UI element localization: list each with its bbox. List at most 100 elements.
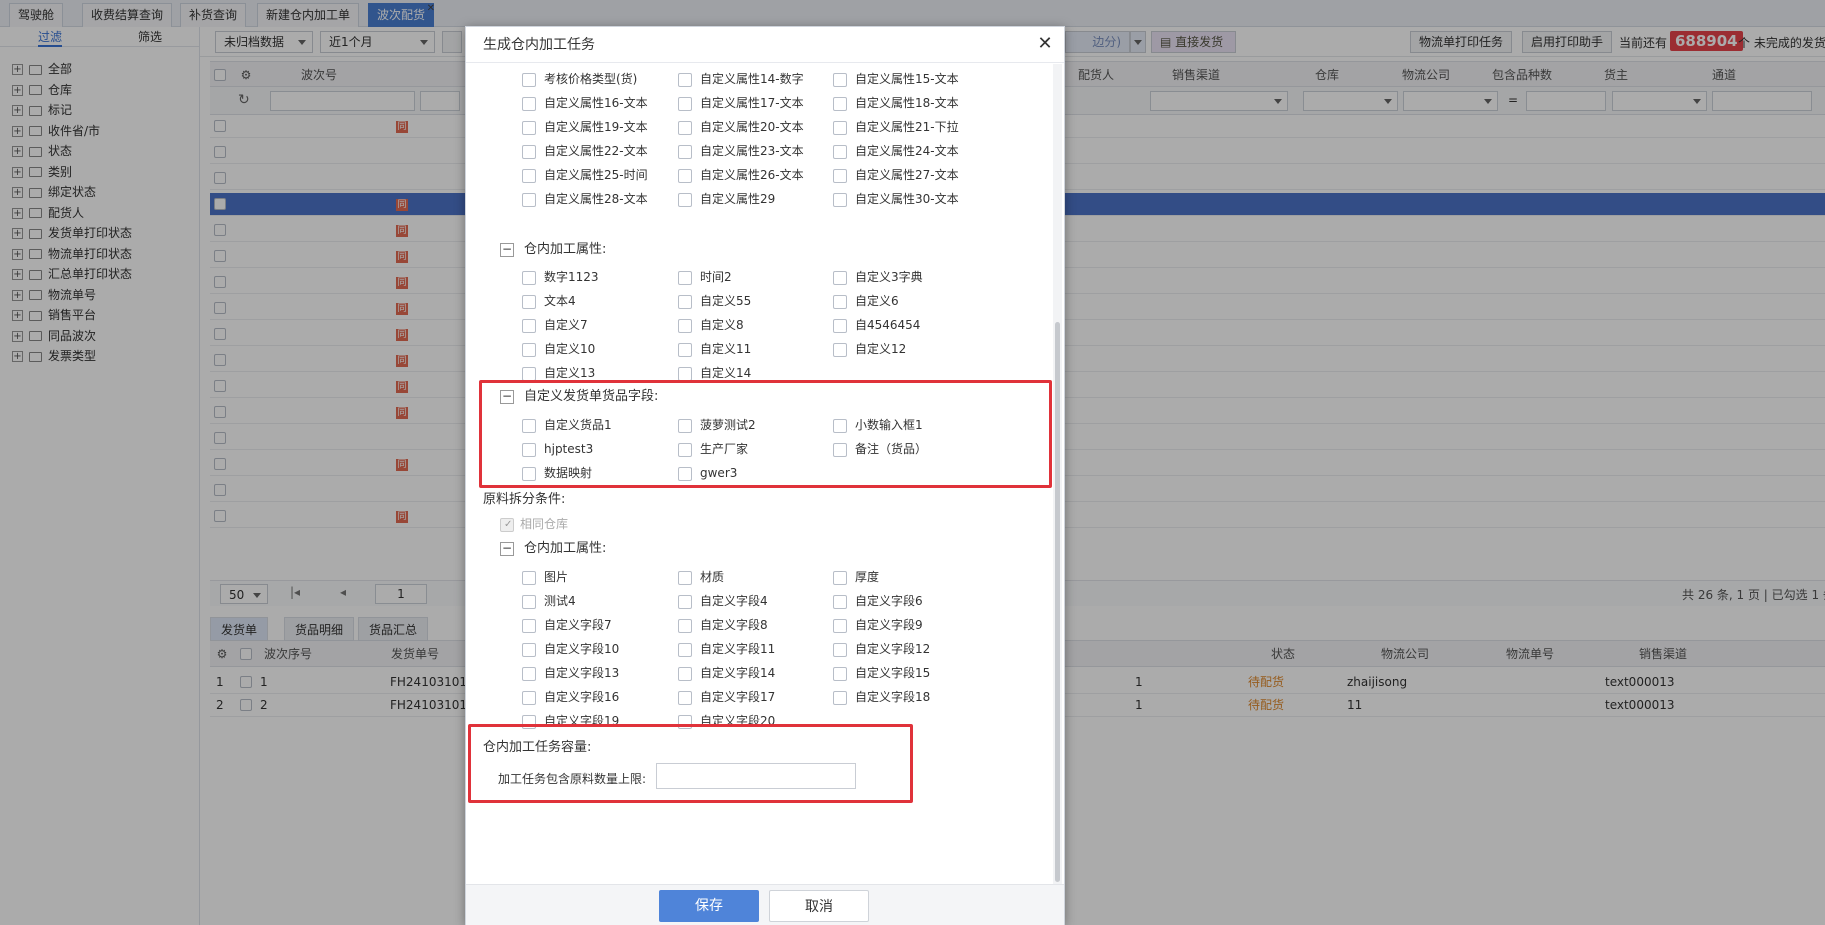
option-checkbox[interactable]: 自定义属性22-文本 (522, 141, 648, 161)
checkbox[interactable] (522, 294, 536, 309)
option-checkbox[interactable]: 数字1123 (522, 267, 599, 287)
option-checkbox[interactable]: 文本4 (522, 291, 576, 311)
checkbox[interactable] (522, 270, 536, 285)
checkbox[interactable] (678, 168, 692, 183)
checkbox[interactable] (678, 318, 692, 333)
checkbox[interactable] (833, 96, 847, 111)
option-checkbox[interactable]: 自4546454 (833, 315, 920, 335)
option-checkbox[interactable]: 自定义字段16 (522, 687, 619, 707)
checkbox[interactable] (833, 270, 847, 285)
option-checkbox[interactable]: 图片 (522, 567, 568, 587)
option-checkbox[interactable]: 考核价格类型(货) (522, 69, 637, 89)
checkbox[interactable] (522, 690, 536, 705)
checkbox[interactable] (678, 192, 692, 207)
checkbox[interactable] (522, 594, 536, 609)
option-checkbox[interactable]: 厚度 (833, 567, 879, 587)
checkbox[interactable] (678, 594, 692, 609)
option-checkbox[interactable]: 自定义属性24-文本 (833, 141, 959, 161)
checkbox[interactable] (522, 666, 536, 681)
option-checkbox[interactable]: 自定义字段14 (678, 663, 775, 683)
option-checkbox[interactable]: 测试4 (522, 591, 576, 611)
checkbox[interactable] (522, 318, 536, 333)
collapse-icon[interactable]: − (500, 541, 514, 556)
checkbox[interactable] (833, 120, 847, 135)
checkbox[interactable] (522, 96, 536, 111)
checkbox[interactable] (522, 366, 536, 381)
checkbox[interactable] (678, 120, 692, 135)
dialog-scroll-thumb[interactable] (1055, 322, 1060, 882)
option-checkbox[interactable]: 自定义属性17-文本 (678, 93, 804, 113)
option-checkbox[interactable]: 自定义8 (678, 315, 744, 335)
checkbox[interactable] (522, 570, 536, 585)
option-checkbox[interactable]: 自定义10 (522, 339, 595, 359)
checkbox[interactable] (522, 342, 536, 357)
checkbox[interactable] (522, 144, 536, 159)
checkbox[interactable] (522, 618, 536, 633)
checkbox[interactable] (522, 168, 536, 183)
option-checkbox[interactable]: 自定义字段12 (833, 639, 930, 659)
collapse-icon[interactable]: − (500, 242, 514, 257)
option-checkbox[interactable]: 自定义属性19-文本 (522, 117, 648, 137)
checkbox[interactable] (522, 120, 536, 135)
section-process-fields[interactable]: − 仓内加工属性: (500, 539, 606, 559)
option-checkbox[interactable]: 自定义字段4 (678, 591, 768, 611)
checkbox[interactable] (833, 192, 847, 207)
checkbox[interactable] (833, 168, 847, 183)
option-checkbox[interactable]: 自定义属性21-下拉 (833, 117, 959, 137)
option-checkbox[interactable]: 自定义属性20-文本 (678, 117, 804, 137)
checkbox[interactable] (678, 270, 692, 285)
checkbox[interactable] (678, 690, 692, 705)
checkbox[interactable] (833, 72, 847, 87)
option-checkbox[interactable]: 自定义属性14-数字 (678, 69, 804, 89)
checkbox[interactable] (833, 342, 847, 357)
checkbox[interactable] (833, 144, 847, 159)
option-checkbox[interactable]: 自定义字段17 (678, 687, 775, 707)
option-checkbox[interactable]: 自定义字段11 (678, 639, 775, 659)
option-checkbox[interactable]: 自定义12 (833, 339, 906, 359)
option-checkbox[interactable]: 自定义字段10 (522, 639, 619, 659)
close-icon[interactable]: ✕ (1036, 35, 1054, 53)
option-checkbox[interactable]: 自定义6 (833, 291, 899, 311)
option-checkbox[interactable]: 自定义属性30-文本 (833, 189, 959, 209)
checkbox[interactable] (678, 570, 692, 585)
option-checkbox[interactable]: 自定义属性18-文本 (833, 93, 959, 113)
checkbox[interactable] (522, 642, 536, 657)
checkbox[interactable] (678, 666, 692, 681)
checkbox[interactable] (833, 666, 847, 681)
option-checkbox[interactable]: 自定义字段6 (833, 591, 923, 611)
checkbox[interactable] (678, 342, 692, 357)
checkbox[interactable] (833, 642, 847, 657)
option-checkbox[interactable]: 自定义属性25-时间 (522, 165, 648, 185)
checkbox[interactable] (833, 690, 847, 705)
checkbox[interactable] (833, 618, 847, 633)
option-checkbox[interactable]: 自定义3字典 (833, 267, 923, 287)
cancel-button[interactable]: 取消 (769, 890, 869, 922)
option-checkbox[interactable]: 自定义属性26-文本 (678, 165, 804, 185)
checkbox[interactable] (833, 294, 847, 309)
option-checkbox[interactable]: 自定义属性29 (678, 189, 775, 209)
option-checkbox[interactable]: 自定义11 (678, 339, 751, 359)
option-checkbox[interactable]: 自定义字段15 (833, 663, 930, 683)
checkbox[interactable] (678, 618, 692, 633)
save-button[interactable]: 保存 (659, 890, 759, 922)
checkbox[interactable] (833, 594, 847, 609)
checkbox[interactable] (833, 570, 847, 585)
option-checkbox[interactable]: 自定义字段13 (522, 663, 619, 683)
option-checkbox[interactable]: 自定义7 (522, 315, 588, 335)
option-checkbox[interactable]: 自定义属性23-文本 (678, 141, 804, 161)
option-checkbox[interactable]: 时间2 (678, 267, 732, 287)
option-checkbox[interactable]: 自定义字段18 (833, 687, 930, 707)
checkbox[interactable] (678, 294, 692, 309)
option-checkbox[interactable]: 自定义字段7 (522, 615, 612, 635)
option-checkbox[interactable]: 自定义属性28-文本 (522, 189, 648, 209)
checkbox[interactable] (678, 72, 692, 87)
option-checkbox[interactable]: 材质 (678, 567, 724, 587)
checkbox[interactable] (522, 72, 536, 87)
option-checkbox[interactable]: 自定义字段9 (833, 615, 923, 635)
option-checkbox[interactable]: 自定义属性27-文本 (833, 165, 959, 185)
checkbox[interactable] (678, 366, 692, 381)
option-checkbox[interactable]: 自定义属性16-文本 (522, 93, 648, 113)
checkbox[interactable] (678, 144, 692, 159)
option-checkbox[interactable]: 自定义属性15-文本 (833, 69, 959, 89)
checkbox[interactable] (522, 192, 536, 207)
